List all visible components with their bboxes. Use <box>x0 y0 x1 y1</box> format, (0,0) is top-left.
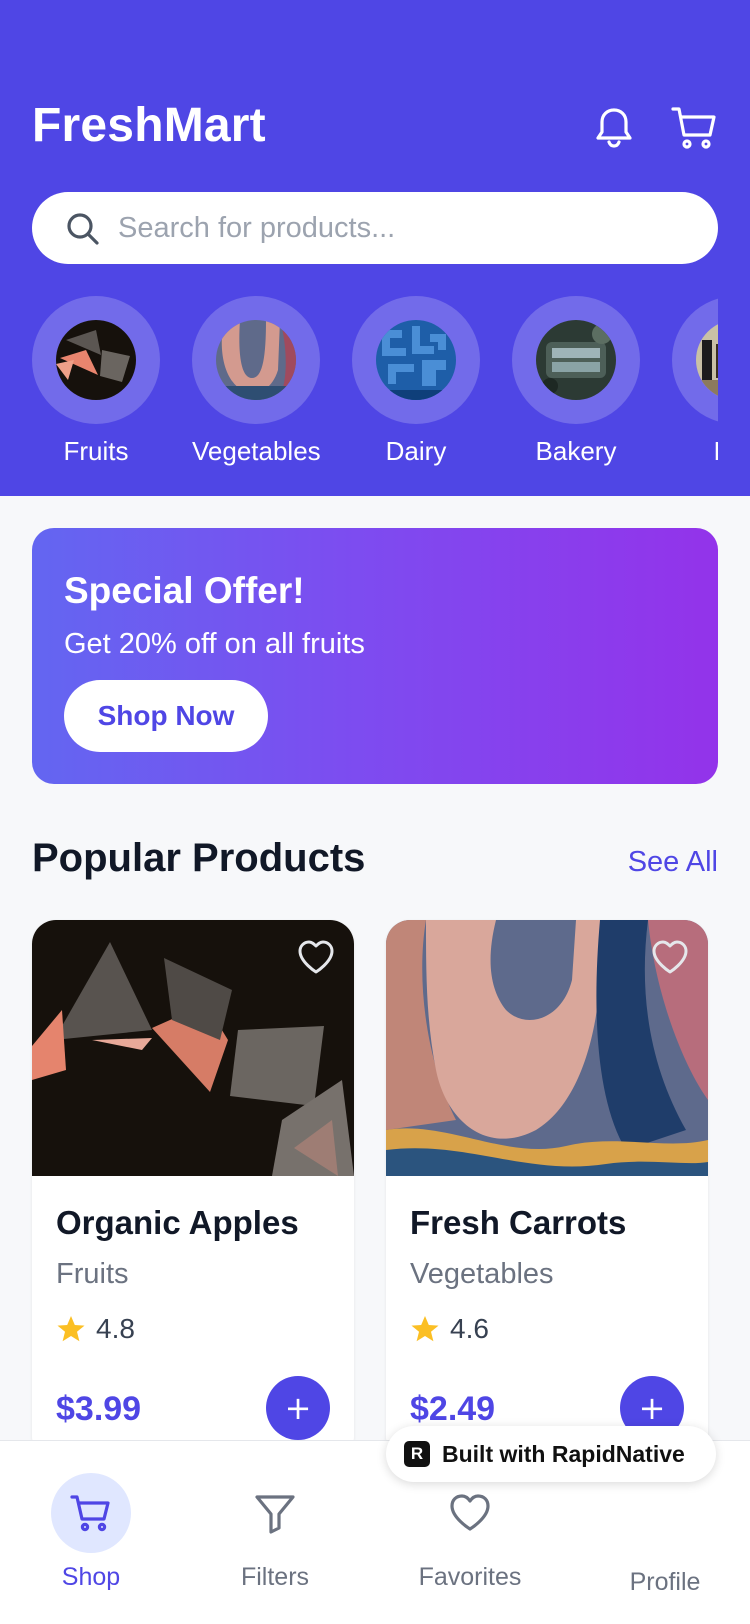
product-price: $3.99 <box>56 1390 142 1428</box>
product-card[interactable]: Organic Apples Fruits 4.8 $3.99 + <box>32 920 354 1460</box>
search-icon <box>67 213 99 245</box>
see-all-link[interactable]: See All <box>628 846 718 879</box>
header: FreshMart Search for products... Fruits … <box>0 0 750 496</box>
category-label: Fruits <box>63 436 129 466</box>
product-category: Fruits <box>56 1258 129 1290</box>
category-label: Vegetables <box>192 436 321 466</box>
nav-label: Filters <box>240 1563 310 1591</box>
category-bakery[interactable]: Bakery <box>512 296 640 467</box>
product-name: Organic Apples <box>56 1204 299 1241</box>
filter-icon <box>255 1495 295 1534</box>
category-circle <box>672 296 718 424</box>
category-image <box>536 320 616 400</box>
rapidnative-logo-icon: R <box>404 1441 430 1467</box>
rating-value: 4.8 <box>96 1313 135 1344</box>
search-bar[interactable] <box>32 192 718 264</box>
heart-icon[interactable] <box>650 938 690 978</box>
rating-value: 4.6 <box>450 1313 489 1344</box>
product-rating: 4.6 <box>410 1312 489 1346</box>
category-image <box>376 320 456 400</box>
star-icon <box>411 1316 439 1342</box>
app-title: FreshMart <box>32 99 266 152</box>
category-carousel[interactable]: Fruits Vegetables Dairy Bakery <box>32 296 718 476</box>
category-circle <box>32 296 160 424</box>
promo-title: Special Offer! <box>64 570 305 611</box>
promo-banner: Special Offer! Get 20% off on all fruits… <box>32 528 718 784</box>
category-circle <box>352 296 480 424</box>
product-category: Vegetables <box>410 1258 554 1290</box>
category-fruits[interactable]: Fruits <box>32 296 160 467</box>
product-card[interactable]: Fresh Carrots Vegetables 4.6 $2.49 + <box>386 920 708 1460</box>
heart-icon <box>450 1494 490 1531</box>
promo-subtitle: Get 20% off on all fruits <box>64 628 365 660</box>
product-name: Fresh Carrots <box>410 1204 627 1241</box>
category-image <box>56 320 136 400</box>
search-input[interactable] <box>118 206 678 250</box>
category-label: Bev <box>672 436 718 467</box>
category-dairy[interactable]: Dairy <box>352 296 480 467</box>
nav-label: Shop <box>61 1563 121 1591</box>
star-icon <box>57 1316 85 1342</box>
nav-item-shop[interactable]: Shop <box>16 1473 166 1592</box>
product-price: $2.49 <box>410 1390 496 1428</box>
nav-item-filters[interactable]: Filters <box>200 1473 350 1592</box>
nav-icon-wrap <box>235 1473 315 1553</box>
bell-icon[interactable] <box>590 104 638 152</box>
shop-now-button[interactable]: Shop Now <box>64 680 268 752</box>
add-to-cart-button[interactable]: + <box>266 1376 330 1440</box>
section-title: Popular Products <box>32 836 366 880</box>
category-circle <box>512 296 640 424</box>
built-with-label: Built with RapidNative <box>442 1440 685 1467</box>
category-image <box>696 320 718 400</box>
category-beverages[interactable]: Bev <box>672 296 718 467</box>
heart-icon[interactable] <box>296 938 336 978</box>
category-label: Bakery <box>535 436 617 466</box>
category-circle <box>192 296 320 424</box>
nav-item-profile[interactable]: Profile <box>600 1568 730 1597</box>
nav-active-indicator <box>51 1473 131 1553</box>
built-with-badge[interactable]: R Built with RapidNative <box>386 1426 716 1482</box>
category-label: Dairy <box>385 436 447 466</box>
product-rating: 4.8 <box>56 1312 135 1346</box>
category-image <box>216 320 296 400</box>
nav-item-favorites[interactable]: Favorites <box>395 1473 545 1592</box>
cart-icon <box>70 1495 110 1532</box>
app-screen: FreshMart Search for products... Fruits … <box>0 0 750 1624</box>
cart-icon[interactable] <box>670 104 718 152</box>
category-vegetables[interactable]: Vegetables <box>192 296 321 467</box>
nav-icon-wrap <box>430 1473 510 1553</box>
nav-label: Favorites <box>418 1563 522 1591</box>
